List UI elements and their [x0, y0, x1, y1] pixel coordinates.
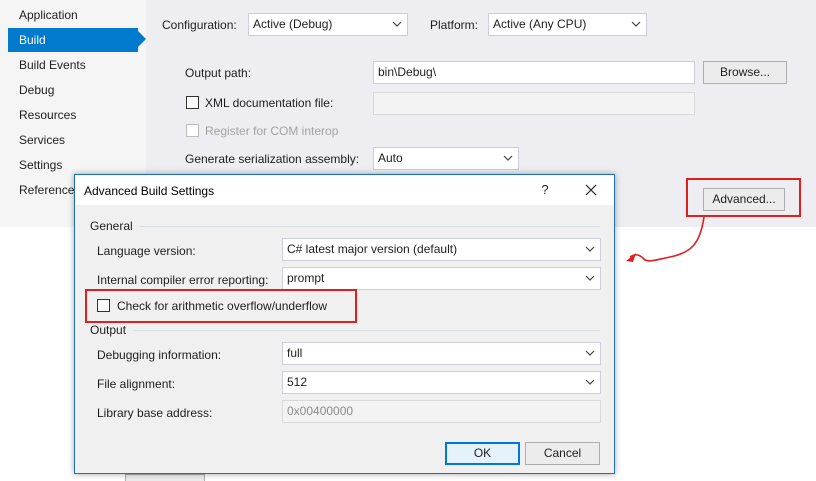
register-com-checkbox[interactable]	[186, 124, 199, 137]
annotation-highlight-overflow	[85, 289, 357, 323]
xml-doc-label: XML documentation file:	[205, 96, 334, 110]
hidden-control-below	[125, 474, 205, 481]
sidebar-item-resources[interactable]: Resources	[8, 103, 138, 127]
serialization-value: Auto	[378, 151, 403, 165]
output-path-label: Output path:	[185, 66, 252, 80]
help-button[interactable]: ?	[534, 180, 556, 200]
sidebar-item-build[interactable]: Build	[8, 28, 138, 52]
chevron-down-icon	[584, 239, 596, 260]
configuration-label: Configuration:	[162, 18, 237, 32]
dialog-titlebar: Advanced Build Settings ?	[75, 175, 614, 205]
advanced-build-settings-dialog: Advanced Build Settings ? General Langua…	[74, 174, 615, 474]
xml-doc-path-input[interactable]	[373, 92, 695, 115]
platform-dropdown[interactable]: Active (Any CPU)	[488, 13, 647, 36]
language-version-dropdown[interactable]: C# latest major version (default)	[282, 238, 601, 261]
file-alignment-value: 512	[287, 375, 308, 389]
base-address-label: Library base address:	[97, 406, 213, 420]
selected-tab-pointer	[138, 31, 146, 47]
compiler-error-value: prompt	[287, 271, 325, 285]
xml-doc-checkbox[interactable]	[186, 96, 199, 109]
general-group-header: General	[90, 219, 133, 233]
base-address-input[interactable]: 0x00400000	[282, 400, 601, 423]
configuration-dropdown[interactable]: Active (Debug)	[248, 13, 408, 36]
file-alignment-dropdown[interactable]: 512	[282, 371, 601, 394]
sidebar-item-services[interactable]: Services	[8, 128, 138, 152]
register-com-label: Register for COM interop	[205, 124, 339, 138]
serialization-dropdown[interactable]: Auto	[373, 147, 519, 170]
dialog-title: Advanced Build Settings	[84, 184, 215, 198]
chevron-down-icon	[502, 148, 514, 169]
debug-info-label: Debugging information:	[97, 348, 222, 362]
sidebar-item-application[interactable]: Application	[8, 3, 138, 27]
platform-value: Active (Any CPU)	[493, 17, 587, 31]
general-divider	[140, 226, 600, 227]
language-version-label: Language version:	[97, 244, 196, 258]
debug-info-value: full	[287, 346, 303, 360]
platform-label: Platform:	[430, 18, 479, 32]
browse-button[interactable]: Browse...	[703, 61, 787, 84]
output-group-header: Output	[90, 323, 127, 337]
close-icon[interactable]	[580, 180, 602, 200]
chevron-down-icon	[630, 14, 642, 35]
cancel-button[interactable]: Cancel	[525, 442, 600, 465]
chevron-down-icon	[584, 372, 596, 393]
configuration-value: Active (Debug)	[253, 17, 333, 31]
serialization-label: Generate serialization assembly:	[185, 152, 360, 166]
compiler-error-label: Internal compiler error reporting:	[97, 273, 269, 287]
language-version-value: C# latest major version (default)	[287, 242, 458, 256]
sidebar-item-build-events[interactable]: Build Events	[8, 53, 138, 77]
output-path-input[interactable]: bin\Debug\	[373, 61, 695, 84]
ok-button[interactable]: OK	[445, 442, 520, 465]
compiler-error-dropdown[interactable]: prompt	[282, 267, 601, 290]
chevron-down-icon	[584, 268, 596, 289]
annotation-arrow-icon	[626, 216, 705, 262]
output-divider	[133, 330, 600, 331]
sidebar-item-debug[interactable]: Debug	[8, 78, 138, 102]
chevron-down-icon	[584, 343, 596, 364]
debug-info-dropdown[interactable]: full	[282, 342, 601, 365]
file-alignment-label: File alignment:	[97, 377, 176, 391]
chevron-down-icon	[391, 14, 403, 35]
